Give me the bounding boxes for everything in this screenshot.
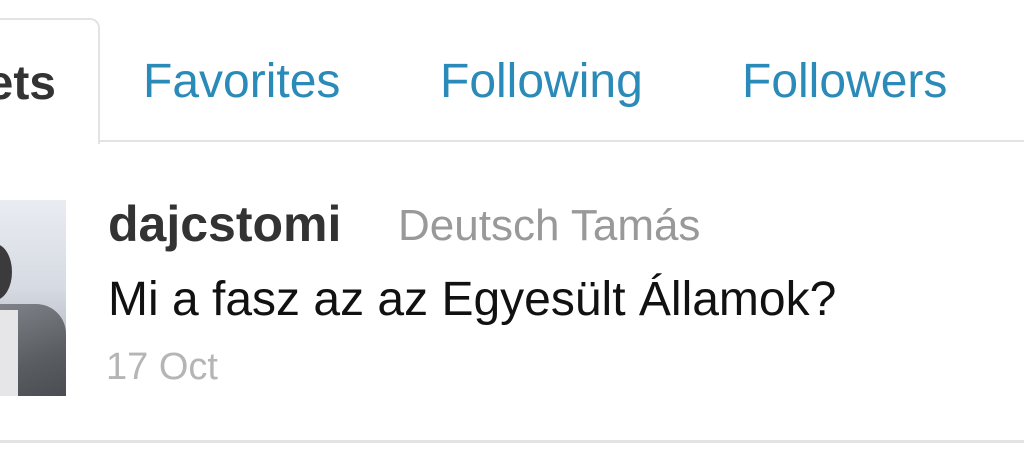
tweet-divider <box>0 440 1024 443</box>
tab-followers[interactable]: Followers <box>742 52 947 112</box>
avatar-collar-shape <box>0 310 18 396</box>
tweet-item: dajcstomi Deutsch Tamás Mi a fasz az az … <box>0 142 1024 442</box>
tab-following[interactable]: Following <box>440 52 643 112</box>
profile-page: ets Favorites Following Followers dajcst… <box>0 0 1024 450</box>
tab-tweets[interactable]: ets <box>0 18 100 144</box>
avatar-head-shape <box>0 244 12 300</box>
tweet-fullname: Deutsch Tamás <box>398 201 701 250</box>
tweet-username[interactable]: dajcstomi <box>108 194 341 254</box>
profile-tabs: ets Favorites Following Followers <box>0 0 1024 144</box>
tab-favorites[interactable]: Favorites <box>143 52 340 112</box>
tweet-text: Mi a fasz az az Egyesült Államok? <box>108 273 837 326</box>
tab-tweets-label: ets <box>0 57 56 110</box>
tweet-timestamp[interactable]: 17 Oct <box>106 342 218 392</box>
avatar[interactable] <box>0 200 66 396</box>
